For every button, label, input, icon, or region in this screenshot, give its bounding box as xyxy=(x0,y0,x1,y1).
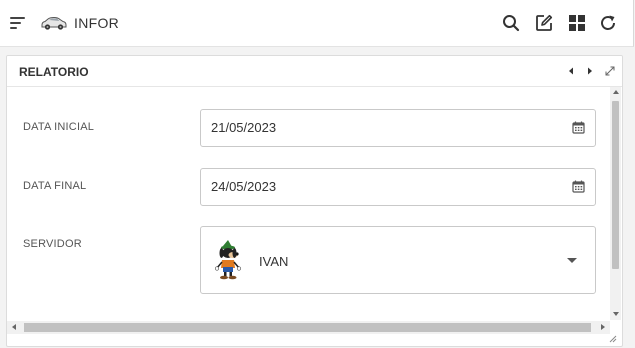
start-date-field[interactable]: 21/05/2023 xyxy=(200,109,596,147)
scroll-down-icon[interactable] xyxy=(613,312,619,316)
server-value: IVAN xyxy=(259,254,289,269)
vertical-scrollbar[interactable] xyxy=(610,87,621,320)
menu-icon[interactable] xyxy=(10,17,26,29)
server-select[interactable]: IVAN xyxy=(200,226,596,294)
app-title: INFOR xyxy=(74,15,120,31)
edit-icon[interactable] xyxy=(534,13,554,33)
horizontal-scroll-thumb[interactable] xyxy=(24,323,591,332)
chevron-right-icon[interactable] xyxy=(584,65,596,77)
end-date-label: DATA FINAL xyxy=(23,180,87,192)
search-icon[interactable] xyxy=(501,13,521,33)
start-date-label: DATA INICIAL xyxy=(23,121,95,133)
panel-header: RELATORIO xyxy=(7,56,622,87)
car-icon xyxy=(41,16,67,30)
server-label: SERVIDOR xyxy=(23,238,82,250)
calendar-icon[interactable] xyxy=(572,180,585,193)
end-date-value: 24/05/2023 xyxy=(211,179,277,194)
vertical-scroll-thumb[interactable] xyxy=(612,101,619,269)
chevron-left-icon[interactable] xyxy=(565,65,577,77)
chevron-down-icon[interactable] xyxy=(567,258,577,263)
horizontal-scrollbar[interactable] xyxy=(7,321,610,334)
avatar xyxy=(214,240,242,280)
report-panel: RELATORIO DATA INICIAL 21/05/2023 DATA F… xyxy=(6,55,623,347)
grid-icon[interactable] xyxy=(567,13,587,33)
top-bar: INFOR xyxy=(0,0,634,47)
expand-icon[interactable] xyxy=(604,65,616,77)
end-date-field[interactable]: 24/05/2023 xyxy=(200,168,596,206)
start-date-value: 21/05/2023 xyxy=(211,120,277,135)
scroll-right-icon[interactable] xyxy=(601,324,605,330)
resize-grip-icon[interactable] xyxy=(609,335,617,343)
panel-title: RELATORIO xyxy=(19,65,89,79)
scroll-left-icon[interactable] xyxy=(12,324,16,330)
refresh-icon[interactable] xyxy=(598,13,618,33)
scroll-up-icon[interactable] xyxy=(613,90,619,94)
calendar-icon[interactable] xyxy=(572,121,585,134)
